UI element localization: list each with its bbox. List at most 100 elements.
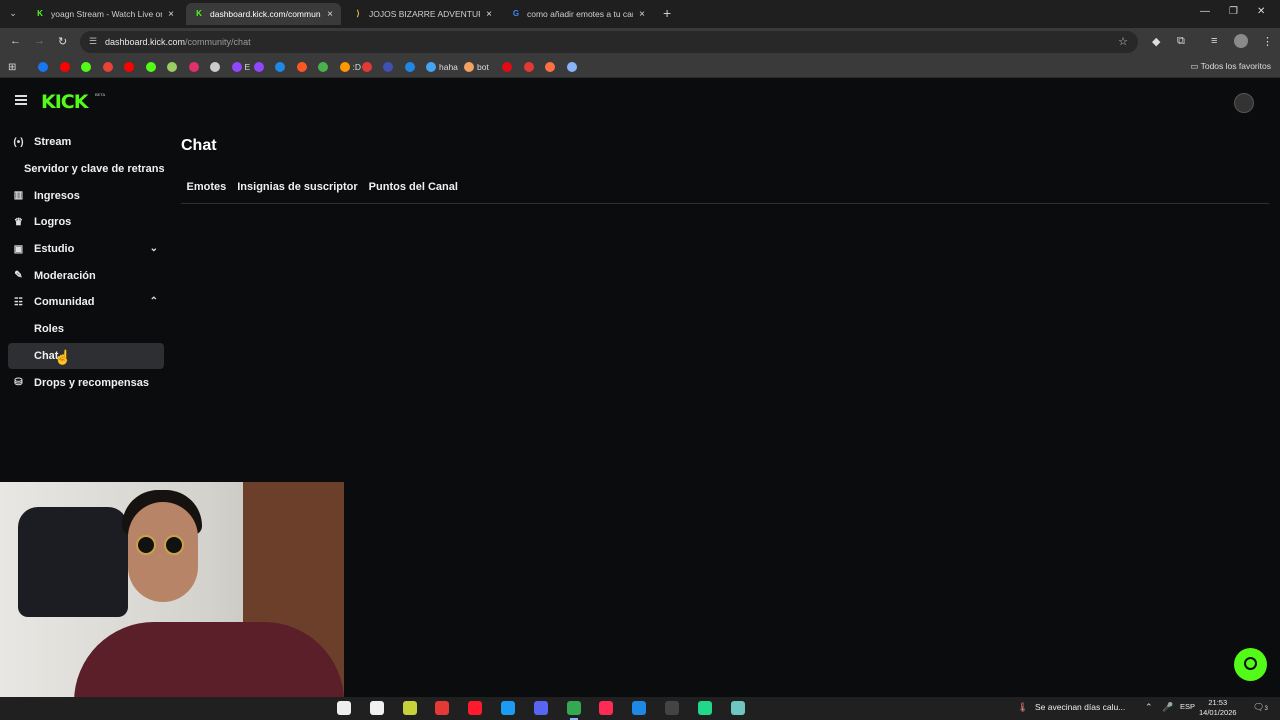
- sidebar-item-drops[interactable]: ⛁ Drops y recompensas: [8, 369, 164, 396]
- tab-close-icon[interactable]: ×: [486, 9, 492, 20]
- webcam-sunglasses-left: [136, 535, 156, 555]
- bookmark-item[interactable]: [523, 61, 534, 73]
- sidebar-item-label: Servidor y clave de retransmisión: [24, 163, 164, 176]
- weather-text[interactable]: Se avecinan días calu...: [1035, 702, 1125, 712]
- tray-chevron-icon[interactable]: ⌃: [1145, 702, 1153, 713]
- bookmark-item[interactable]: haha: [426, 61, 458, 73]
- terminal-icon[interactable]: [665, 701, 679, 715]
- bookmark-item[interactable]: [566, 61, 577, 73]
- bookmark-item[interactable]: [167, 61, 177, 73]
- bookmark-item[interactable]: [275, 61, 285, 73]
- bookmark-item[interactable]: [361, 61, 372, 73]
- apps-grid-icon[interactable]: ⊞: [8, 61, 16, 73]
- bookmark-star-icon[interactable]: ☆: [1118, 35, 1128, 48]
- tab-emotes[interactable]: Emotes: [181, 181, 232, 193]
- clock[interactable]: 21:53 14/01/2026: [1199, 698, 1237, 718]
- osu-icon[interactable]: [369, 701, 384, 715]
- site-info-icon[interactable]: ☰: [89, 36, 97, 47]
- restore-icon[interactable]: ❐: [1229, 6, 1238, 17]
- language-indicator[interactable]: ESP: [1180, 702, 1195, 711]
- browser-tab[interactable]: ⟩ JOJOS BIZARRE ADVENTURE G ×: [345, 3, 500, 25]
- address-bar[interactable]: ☰ dashboard.kick.com/community/chat ☆: [80, 31, 1138, 53]
- bookmark-item[interactable]: [318, 61, 328, 73]
- discord-icon[interactable]: [533, 701, 548, 715]
- tab-title: como añadir emotes a tu canal: [527, 9, 634, 19]
- kick-logo[interactable]: KICK: [41, 91, 88, 113]
- app-green-icon[interactable]: [402, 701, 417, 715]
- sidebar-item-label: Stream: [34, 136, 72, 149]
- chevron-up-icon[interactable]: ⌃: [150, 296, 158, 307]
- browser-tab[interactable]: Kdashboard.kick.com/communit ×: [186, 3, 341, 25]
- sidebar-item-logros[interactable]: ♛ Logros: [8, 209, 164, 236]
- extensions-puzzle-icon[interactable]: ⧉: [1177, 35, 1185, 48]
- tab-close-icon[interactable]: ×: [327, 9, 333, 20]
- bookmark-item[interactable]: [545, 61, 555, 73]
- tab-close-icon[interactable]: ×: [168, 9, 174, 20]
- tab-title: JOJOS BIZARRE ADVENTURE G: [369, 9, 480, 19]
- vscode-icon[interactable]: [632, 701, 647, 715]
- tab-close-icon[interactable]: ×: [639, 9, 645, 20]
- hamburger-menu-icon[interactable]: [15, 95, 27, 105]
- sidebar-item-roles[interactable]: Roles: [8, 316, 164, 343]
- reload-icon[interactable]: ↻: [58, 35, 67, 48]
- start-icon[interactable]: [337, 701, 351, 715]
- close-window-icon[interactable]: ✕: [1257, 6, 1265, 17]
- pycharm-icon[interactable]: [697, 701, 712, 715]
- back-icon[interactable]: ←: [10, 35, 21, 47]
- profile-avatar[interactable]: [1234, 34, 1248, 48]
- notifications-icon[interactable]: 🗨3: [1253, 702, 1268, 713]
- bookmark-item[interactable]: [38, 61, 48, 73]
- user-avatar[interactable]: [1234, 93, 1254, 113]
- weather-icon[interactable]: 🌡: [1017, 702, 1028, 713]
- bookmark-item[interactable]: [383, 61, 393, 73]
- bookmark-item[interactable]: [81, 61, 91, 73]
- bookmark-item[interactable]: [296, 61, 307, 73]
- bookmark-item[interactable]: [210, 61, 220, 73]
- minimize-icon[interactable]: —: [1200, 6, 1210, 17]
- webcam-coat: [18, 507, 128, 617]
- sidebar-item-chat[interactable]: Chat: [8, 342, 164, 370]
- browser-tab[interactable]: Gcomo añadir emotes a tu canal ×: [503, 3, 653, 25]
- clock-date: 14/01/2026: [1199, 708, 1237, 717]
- tab-insignias[interactable]: Insignias de suscriptor: [232, 181, 363, 193]
- url-text[interactable]: dashboard.kick.com/community/chat: [105, 37, 251, 47]
- sidebar-item-stream[interactable]: (•) Stream: [8, 129, 164, 156]
- reading-list-icon[interactable]: ≡: [1211, 35, 1217, 47]
- menu-kebab-icon[interactable]: ⋮: [1262, 35, 1273, 48]
- sidebar-item-moderacion[interactable]: ✎ Moderación: [8, 262, 164, 289]
- bookmark-item[interactable]: :D: [339, 61, 361, 73]
- tab-puntos[interactable]: Puntos del Canal: [363, 181, 463, 193]
- extension-icon[interactable]: ◆: [1152, 35, 1160, 48]
- bookmark-item[interactable]: [124, 61, 134, 73]
- bookmark-item[interactable]: [253, 61, 264, 73]
- bookmark-favicon-icon: [124, 62, 134, 72]
- bookmark-item[interactable]: E: [231, 61, 250, 73]
- help-chat-button[interactable]: [1234, 648, 1267, 681]
- chrome-icon[interactable]: [566, 701, 581, 720]
- bookmark-item[interactable]: [145, 61, 156, 73]
- new-tab-button[interactable]: +: [663, 5, 671, 21]
- bookmark-item[interactable]: bot: [464, 61, 489, 73]
- bookmark-item[interactable]: [59, 61, 70, 73]
- sidebar-item-label: Moderación: [34, 269, 96, 282]
- bookmark-item[interactable]: [102, 61, 113, 73]
- all-bookmarks-folder[interactable]: ▭ Todos los favoritos: [1190, 61, 1271, 72]
- browser-tab[interactable]: Kyoagn Stream - Watch Live on ×: [27, 3, 182, 25]
- bookmark-item[interactable]: [404, 61, 415, 73]
- chevron-down-icon[interactable]: ⌄: [150, 243, 158, 254]
- page-title: Chat: [181, 137, 217, 154]
- opera-icon[interactable]: [468, 701, 483, 715]
- bookmark-item[interactable]: [188, 61, 199, 73]
- bookmark-item[interactable]: [502, 61, 512, 73]
- tiktok-icon[interactable]: [599, 701, 614, 715]
- app-red-icon[interactable]: [435, 701, 450, 715]
- sidebar-item-ingresos[interactable]: ▥ Ingresos: [8, 182, 164, 209]
- forward-icon[interactable]: →: [34, 35, 45, 47]
- microphone-icon[interactable]: 🎤: [1162, 702, 1173, 713]
- app-teal-icon[interactable]: [730, 701, 745, 715]
- sidebar-item-comunidad[interactable]: ☷ Comunidad ⌃: [8, 289, 164, 316]
- steam-icon[interactable]: [501, 701, 515, 715]
- sidebar-item-estudio[interactable]: ▣ Estudio ⌄: [8, 236, 164, 263]
- tab-search-icon[interactable]: ⌄: [6, 6, 20, 20]
- sidebar-item-servidor[interactable]: Servidor y clave de retransmisión: [8, 156, 164, 183]
